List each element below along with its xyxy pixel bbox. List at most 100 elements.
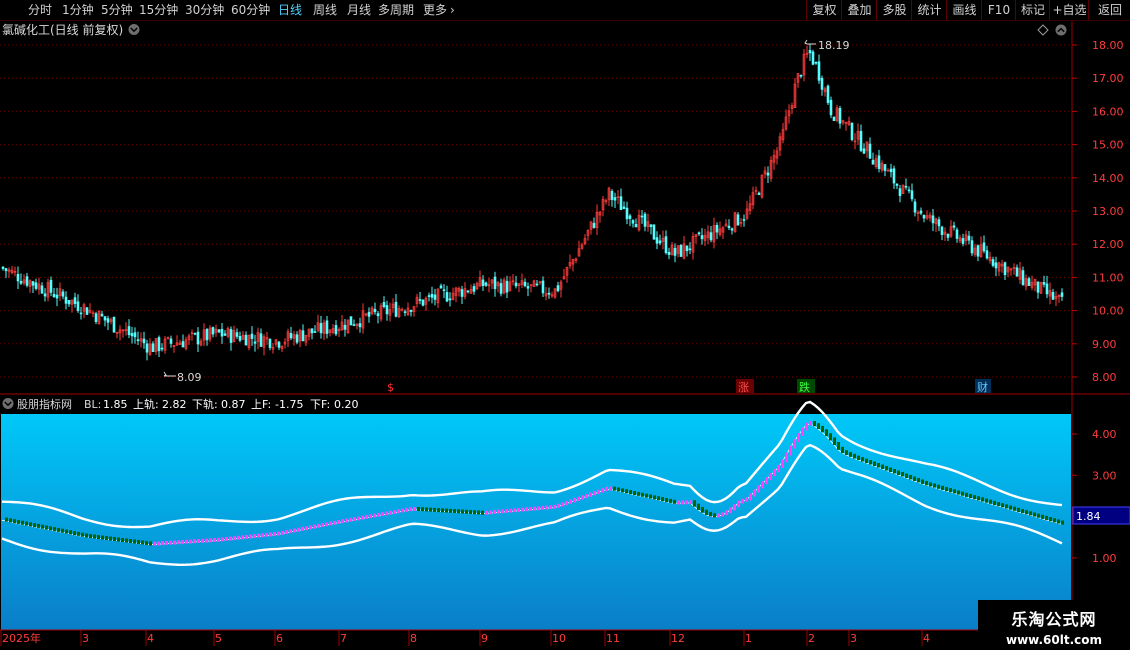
brick <box>617 487 620 492</box>
brick <box>57 527 60 532</box>
candle-body <box>385 305 389 315</box>
brick <box>753 489 756 497</box>
candle-body <box>142 338 146 344</box>
candle-body <box>367 311 371 317</box>
candle-body <box>649 224 653 227</box>
candle-body <box>664 236 668 254</box>
y-tick-label: 17.00 <box>1092 72 1124 85</box>
brick <box>365 514 368 519</box>
y-tick-label: 10.00 <box>1092 305 1124 318</box>
brick <box>601 488 604 493</box>
candle-body <box>31 281 35 286</box>
candle-body <box>952 225 956 228</box>
brick <box>477 510 480 515</box>
brick <box>853 453 856 459</box>
brick <box>905 473 908 478</box>
brick <box>857 455 860 461</box>
brick <box>149 541 152 546</box>
brick <box>841 446 844 454</box>
brick <box>805 422 808 431</box>
candle-body <box>250 333 254 339</box>
candle-body <box>919 210 923 214</box>
candle-body <box>715 224 719 233</box>
brick <box>585 493 588 499</box>
candle-body <box>277 341 281 348</box>
candle-body <box>193 332 197 335</box>
candle-body <box>817 61 821 81</box>
brick <box>529 506 532 511</box>
brick <box>429 507 432 512</box>
brick <box>37 523 40 528</box>
brick <box>401 508 404 513</box>
indicator-panel[interactable] <box>1 414 1071 630</box>
lower-value: 0.87 <box>221 398 246 411</box>
brick <box>497 509 500 514</box>
brick <box>493 510 496 515</box>
candle-body <box>514 282 518 287</box>
brick <box>97 535 100 540</box>
candle-body <box>157 337 161 352</box>
candle-body <box>466 290 470 293</box>
expand-icon[interactable] <box>1055 24 1067 36</box>
brick <box>93 534 96 539</box>
candle-body <box>373 308 377 313</box>
brick <box>837 442 840 450</box>
brick <box>925 480 928 486</box>
brick <box>389 510 392 515</box>
brick <box>481 510 484 515</box>
brick <box>889 467 892 473</box>
candle-body <box>907 189 911 192</box>
upf-label: 上F: <box>251 398 271 411</box>
brick <box>169 540 172 545</box>
brick <box>661 497 664 502</box>
candle-body <box>727 225 731 228</box>
marker-dollar[interactable]: $ <box>387 381 394 394</box>
brick <box>941 485 944 490</box>
brick <box>309 525 312 530</box>
brick <box>165 540 168 545</box>
x-axis-label: 4 <box>147 632 154 645</box>
indicator-dropdown-icon[interactable] <box>2 398 14 409</box>
marker-rise[interactable]: 涨 <box>738 381 749 394</box>
main-chart-panel[interactable] <box>0 21 1072 394</box>
bl-value: 1.85 <box>103 398 128 411</box>
chart-canvas[interactable]: 18.0017.0016.0015.0014.0013.0012.0011.00… <box>0 0 1130 650</box>
candle-body <box>409 309 413 312</box>
brick <box>965 492 968 497</box>
x-axis-label: 5 <box>215 632 222 645</box>
brick <box>117 537 120 542</box>
brick <box>189 539 192 544</box>
candle-body <box>19 281 23 284</box>
candle-body <box>1036 281 1040 293</box>
candle-body <box>268 338 272 348</box>
brick <box>573 498 576 503</box>
marker-finance[interactable]: 财 <box>977 380 988 394</box>
x-axis-label: 1 <box>745 632 752 645</box>
candle-body <box>1003 262 1007 276</box>
candle-body <box>505 280 509 293</box>
brick <box>337 520 340 525</box>
candle-body <box>541 280 545 294</box>
brick <box>537 506 540 511</box>
marker-fall[interactable]: 跌 <box>799 380 810 394</box>
brick <box>621 488 624 493</box>
brick <box>1049 517 1052 522</box>
brick <box>933 483 936 488</box>
brick <box>665 498 668 503</box>
brick <box>653 495 656 500</box>
candle-body <box>103 316 107 321</box>
brick <box>709 511 712 517</box>
candle-body <box>799 74 803 77</box>
brick <box>969 493 972 499</box>
brick <box>1001 503 1004 508</box>
candle-body <box>991 259 995 266</box>
brick <box>153 541 156 546</box>
ind-y-tick-label: 3.00 <box>1092 469 1117 482</box>
x-axis-label: 7 <box>340 632 347 645</box>
brick <box>953 489 956 494</box>
candle-body <box>526 286 530 289</box>
title-dropdown-icon[interactable] <box>128 24 140 35</box>
brick <box>769 473 772 481</box>
candle-body <box>523 281 527 287</box>
candle-body <box>829 99 833 116</box>
